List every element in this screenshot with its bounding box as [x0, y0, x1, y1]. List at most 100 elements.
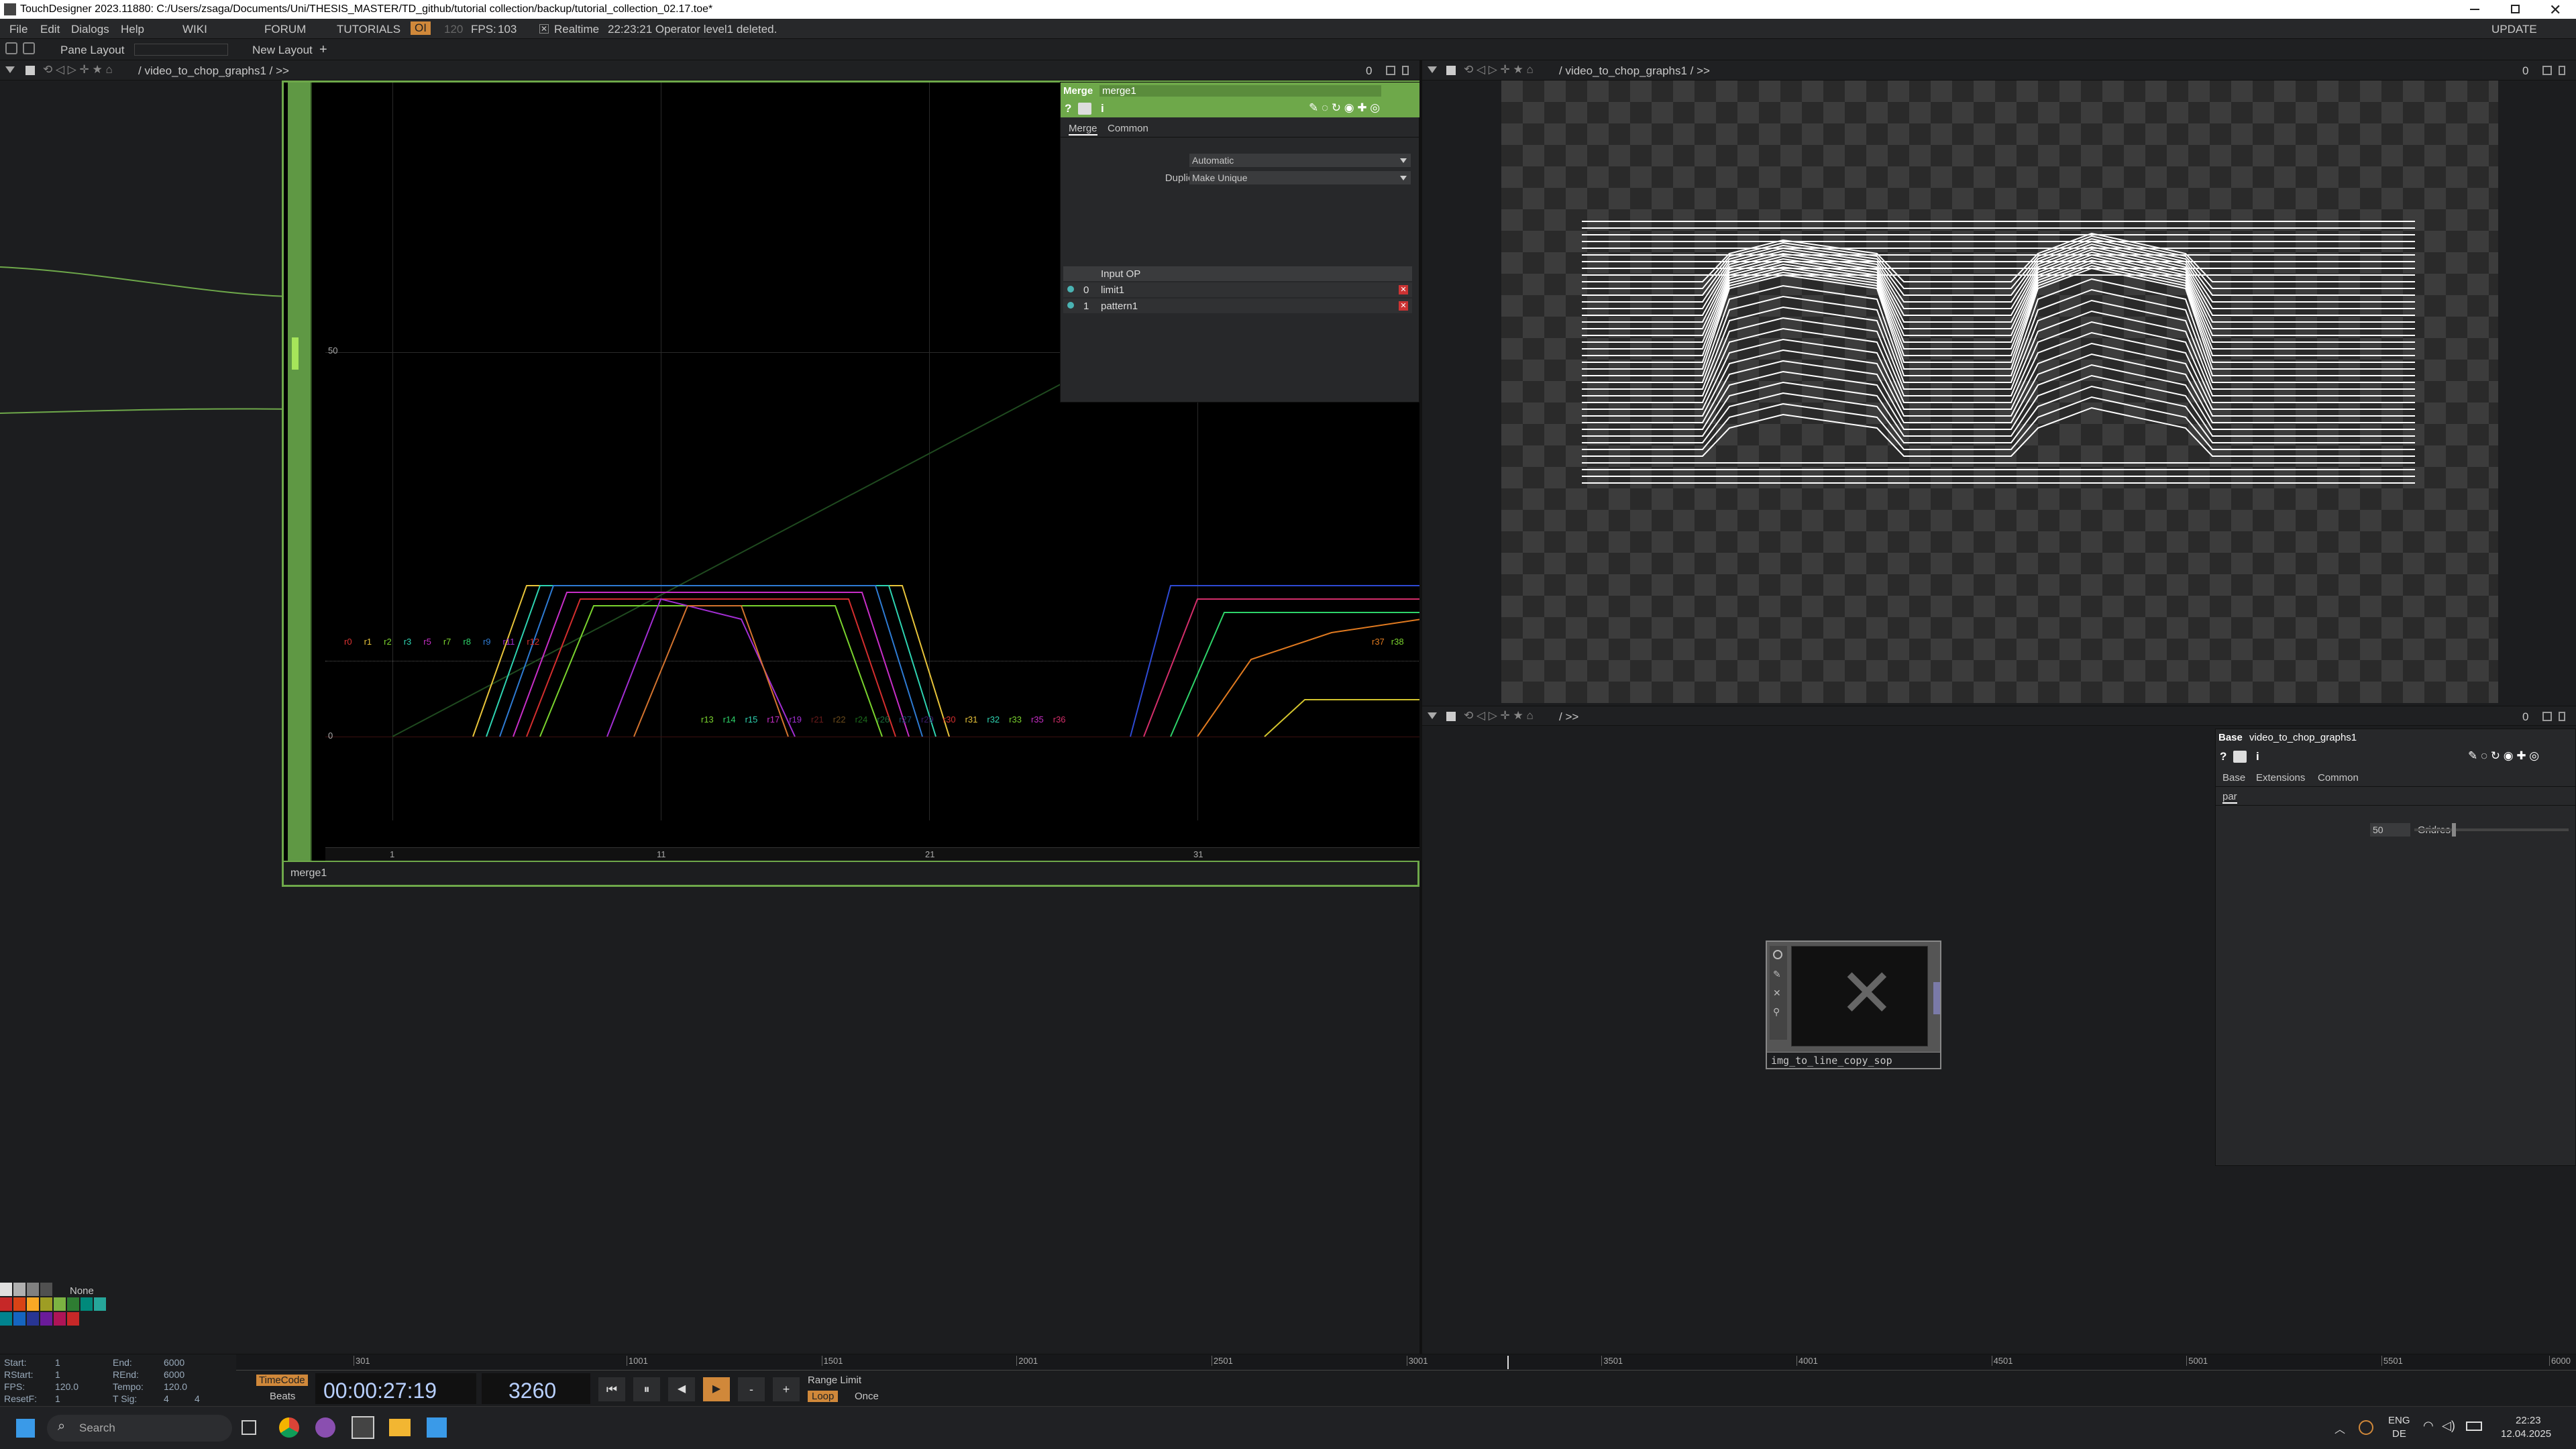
swatch-4[interactable]	[0, 1297, 12, 1311]
align-menu[interactable]: Automatic	[1189, 154, 1411, 167]
param-op-name[interactable]: video_to_chop_graphs1	[2249, 732, 2357, 743]
clock-date[interactable]: 12.04.2025	[2501, 1428, 2551, 1440]
swatch-15[interactable]	[40, 1312, 52, 1326]
swatch-7[interactable]	[40, 1297, 52, 1311]
right-bottom-path[interactable]: / >>	[1559, 710, 1578, 724]
info-icon[interactable]: i	[2256, 750, 2259, 763]
help-icon[interactable]: ?	[2220, 750, 2226, 763]
img-to-line-copy-sop-node[interactable]: ✎ ✕ ⚲ ✕ img_to_line_copy_sop	[1766, 941, 1941, 1069]
wiki-button[interactable]: WIKI	[182, 23, 207, 36]
pane-split-icon[interactable]	[2542, 66, 2552, 75]
tab-base[interactable]: Base	[2222, 772, 2245, 784]
tab-common[interactable]: Common	[1108, 123, 1148, 134]
pause-button[interactable]: ⏸	[633, 1377, 660, 1401]
right-top-path[interactable]: / video_to_chop_graphs1 / >>	[1559, 64, 1710, 78]
taskbar-search[interactable]: ⌕ Search	[47, 1415, 232, 1442]
frame-display[interactable]: 3260	[482, 1373, 590, 1404]
pane-pin-icon[interactable]	[1402, 66, 1409, 75]
node-name-label[interactable]: merge1	[290, 867, 327, 879]
pane-split-icon[interactable]	[2542, 712, 2552, 721]
gridres-field[interactable]: 50	[2370, 823, 2410, 837]
wifi-icon[interactable]: ◠	[2423, 1419, 2434, 1433]
drag-handle-icon[interactable]	[1067, 286, 1074, 292]
duplicate-names-menu[interactable]: Make Unique	[1189, 171, 1411, 184]
node-left-strip[interactable]	[288, 83, 312, 861]
node-footer[interactable]: merge1	[284, 861, 1417, 885]
file-explorer-icon[interactable]	[389, 1419, 411, 1436]
help-icon[interactable]: ?	[1065, 102, 1071, 115]
step-back-button[interactable]: ◀	[668, 1377, 695, 1401]
pane-menu-icon[interactable]	[5, 66, 15, 73]
swatch-8[interactable]	[54, 1297, 66, 1311]
left-pane-path[interactable]: / video_to_chop_graphs1 / >>	[138, 64, 289, 78]
maximize-icon[interactable]	[2511, 5, 2520, 13]
play-button[interactable]: ▶	[703, 1377, 730, 1401]
pane-type-icon[interactable]	[1446, 66, 1456, 75]
beats-button[interactable]: Beats	[270, 1391, 295, 1402]
viewer-icon[interactable]	[1773, 950, 1782, 959]
tab-common[interactable]: Common	[2318, 772, 2359, 784]
step-plus-button[interactable]: +	[773, 1377, 800, 1401]
checkerboard-viewer[interactable]	[1501, 80, 2498, 703]
windows-start-icon[interactable]	[16, 1419, 35, 1438]
node-output-connector[interactable]	[1933, 982, 1940, 1014]
realtime-checkbox[interactable]: ✕	[539, 24, 549, 34]
tray-chevron-icon[interactable]: ︿	[2334, 1420, 2345, 1436]
info-icon[interactable]: i	[1101, 102, 1104, 115]
python-help-icon[interactable]	[2233, 751, 2247, 763]
touchdesigner-icon[interactable]	[352, 1416, 374, 1439]
param-tool-icons[interactable]: ✎ ◌ ↻ ◉ ✚ ◎	[2468, 749, 2539, 763]
param-op-name[interactable]: merge1	[1099, 85, 1381, 97]
nav-icons[interactable]: ⟲ ◁ ▷ ✛ ★ ⌂	[43, 63, 113, 76]
tab-par[interactable]: par	[2222, 791, 2237, 804]
swatch-17[interactable]	[67, 1312, 79, 1326]
pane-type-icon[interactable]	[1446, 712, 1456, 721]
delete-row-icon[interactable]: ✕	[1399, 301, 1408, 311]
pane-split-icon[interactable]	[1386, 66, 1395, 75]
swatch-2[interactable]	[27, 1283, 39, 1296]
chrome-icon[interactable]	[279, 1417, 299, 1438]
layout-presets[interactable]	[134, 44, 228, 56]
swatch-0[interactable]	[0, 1283, 12, 1296]
update-button[interactable]: UPDATE	[2491, 23, 2537, 36]
swatch-3[interactable]	[40, 1283, 52, 1296]
bypass-icon[interactable]: ✕	[1773, 987, 1781, 999]
swatch-12[interactable]	[0, 1312, 12, 1326]
python-help-icon[interactable]	[1078, 103, 1091, 115]
swatch-13[interactable]	[13, 1312, 25, 1326]
tab-extensions[interactable]: Extensions	[2256, 772, 2305, 784]
tutorials-button[interactable]: TUTORIALS	[337, 23, 400, 36]
timecode-button[interactable]: TimeCode	[256, 1375, 308, 1386]
top-viewer-pane[interactable]	[1422, 80, 2576, 703]
swatch-10[interactable]	[80, 1297, 93, 1311]
pane-pin-icon[interactable]	[2559, 712, 2565, 721]
lock-icon[interactable]: ⚲	[1773, 1006, 1780, 1018]
language-top[interactable]: ENG	[2388, 1415, 2410, 1426]
swatch-14[interactable]	[27, 1312, 39, 1326]
add-layout-icon[interactable]: +	[319, 42, 327, 58]
nav-icons[interactable]: ⟲ ◁ ▷ ✛ ★ ⌂	[1464, 709, 1534, 722]
loop-button[interactable]: Loop	[808, 1391, 839, 1402]
once-button[interactable]: Once	[855, 1391, 879, 1402]
tab-merge[interactable]: Merge	[1069, 123, 1097, 136]
step-minus-button[interactable]: -	[738, 1377, 765, 1401]
node-name-bar[interactable]: img_to_line_copy_sop	[1767, 1052, 1940, 1068]
delete-row-icon[interactable]: ✕	[1399, 285, 1408, 294]
table-row[interactable]: 1 pattern1 ✕	[1063, 299, 1412, 313]
swatch-11[interactable]	[94, 1297, 106, 1311]
table-row[interactable]: 0 limit1 ✕	[1063, 282, 1412, 297]
menu-edit[interactable]: Edit	[40, 23, 60, 36]
task-view-icon[interactable]	[241, 1420, 256, 1435]
forum-button[interactable]: FORUM	[264, 23, 306, 36]
new-layout-button[interactable]: New Layout	[252, 44, 313, 57]
pane-menu-icon[interactable]	[1428, 712, 1437, 719]
timecode-display[interactable]: 00:00:27:19	[315, 1373, 476, 1404]
timeline-ruler[interactable]: 301 1001 1501 2001 2501 3001 3501 4001 4501 5001 5…	[236, 1354, 2576, 1371]
pane-pin-icon[interactable]	[2559, 66, 2565, 75]
swatch-6[interactable]	[27, 1297, 39, 1311]
pane-type-icon[interactable]	[25, 66, 35, 75]
close-icon[interactable]: ✕	[2549, 1, 2561, 19]
language-bottom[interactable]: DE	[2392, 1428, 2406, 1440]
pane-menu-icon[interactable]	[1428, 66, 1437, 73]
store-icon[interactable]	[427, 1417, 447, 1438]
